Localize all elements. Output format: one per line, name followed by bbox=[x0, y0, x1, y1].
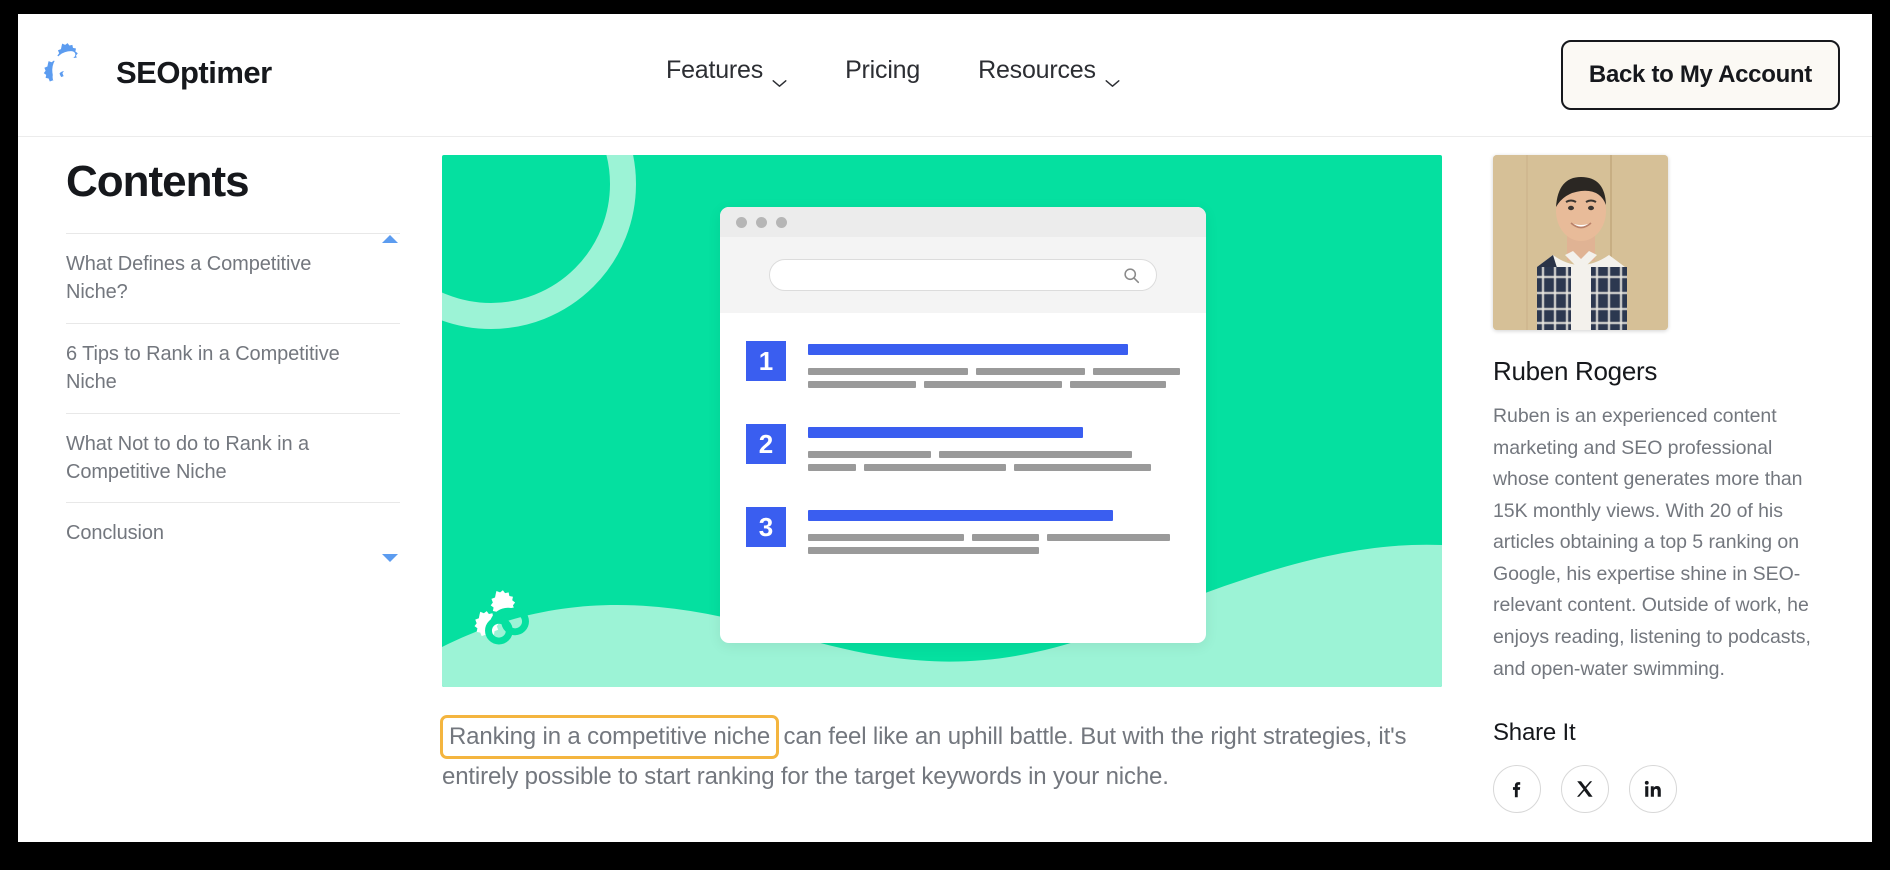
text-bar bbox=[864, 464, 1006, 471]
share-x-button[interactable] bbox=[1561, 765, 1609, 814]
result-text-row bbox=[808, 381, 1180, 394]
site-header: SEOptimer Features Pricing Resources Bac… bbox=[18, 14, 1872, 137]
linkedin-icon bbox=[1642, 778, 1664, 800]
browser-mockup: 1 2 3 bbox=[720, 207, 1206, 643]
toc-item-0[interactable]: What Defines a Competitive Niche? bbox=[66, 233, 400, 323]
contents-list: What Defines a Competitive Niche? 6 Tips… bbox=[66, 233, 400, 564]
search-results-list: 1 2 3 bbox=[720, 313, 1206, 560]
x-twitter-icon bbox=[1574, 778, 1596, 800]
text-bar bbox=[1047, 534, 1170, 541]
toc-item-2[interactable]: What Not to do to Rank in a Competitive … bbox=[66, 412, 400, 503]
hero-ring-decoration bbox=[442, 155, 636, 329]
avatar bbox=[1493, 155, 1668, 330]
nav-item-resources[interactable]: Resources bbox=[978, 56, 1120, 87]
text-bar bbox=[938, 451, 1133, 458]
text-bar bbox=[972, 534, 1040, 541]
window-dot-close-icon bbox=[736, 216, 747, 228]
text-bar bbox=[975, 368, 1085, 375]
nav-label: Resources bbox=[978, 56, 1096, 84]
result-text-row bbox=[808, 368, 1180, 381]
search-input[interactable] bbox=[769, 259, 1157, 291]
result-row: 2 bbox=[746, 424, 1180, 477]
nav-label: Pricing bbox=[845, 56, 921, 84]
result-title-bar bbox=[808, 427, 1084, 438]
author-name: Ruben Rogers bbox=[1493, 356, 1658, 386]
nav-item-pricing[interactable]: Pricing bbox=[845, 56, 920, 85]
share-heading: Share It bbox=[1493, 719, 1576, 747]
window-dot-maximize-icon bbox=[776, 216, 787, 228]
share-buttons bbox=[1493, 765, 1833, 814]
result-text-row bbox=[808, 547, 1180, 560]
search-icon bbox=[1123, 267, 1140, 284]
share-facebook-button[interactable] bbox=[1493, 765, 1541, 814]
window-dot-minimize-icon bbox=[756, 216, 767, 228]
facebook-icon bbox=[1506, 778, 1528, 800]
seoptimer-gears-icon bbox=[470, 589, 544, 663]
article-main: 1 2 3 Ranking in a competitive niche can… bbox=[440, 155, 1442, 798]
browser-search-area bbox=[720, 237, 1206, 313]
table-of-contents: Contents What Defines a Competitive Nich… bbox=[66, 157, 406, 564]
chevron-down-icon bbox=[1105, 66, 1120, 87]
page-body: Contents What Defines a Competitive Nich… bbox=[18, 137, 1872, 841]
highlighted-phrase: Ranking in a competitive niche bbox=[440, 715, 780, 759]
share-linkedin-button[interactable] bbox=[1629, 765, 1677, 814]
browser-viewport: SEOptimer Features Pricing Resources Bac… bbox=[18, 14, 1872, 842]
text-bar bbox=[808, 381, 916, 388]
text-bar bbox=[1092, 368, 1180, 375]
result-text-row bbox=[808, 534, 1180, 547]
nav-item-features[interactable]: Features bbox=[666, 56, 787, 87]
result-rank-badge: 1 bbox=[746, 341, 786, 381]
text-bar bbox=[808, 547, 1039, 554]
result-placeholder-lines bbox=[808, 341, 1180, 394]
text-bar bbox=[808, 451, 931, 458]
nav-label: Features bbox=[666, 56, 764, 84]
contents-heading: Contents bbox=[66, 157, 250, 206]
result-text-row bbox=[808, 451, 1180, 464]
brand-name: SEOptimer bbox=[116, 55, 272, 90]
text-bar bbox=[1069, 381, 1167, 388]
article-hero-image: 1 2 3 bbox=[442, 155, 1442, 687]
article-intro-paragraph: Ranking in a competitive niche can feel … bbox=[440, 715, 1432, 798]
result-text-row bbox=[808, 464, 1180, 477]
chevron-down-icon bbox=[772, 66, 787, 87]
text-bar bbox=[1013, 464, 1152, 471]
triangle-down-icon[interactable] bbox=[382, 553, 398, 562]
brand-logo-link[interactable]: SEOptimer bbox=[40, 42, 272, 104]
author-sidebar: Ruben Rogers Ruben is an experienced con… bbox=[1493, 155, 1833, 814]
toc-item-3[interactable]: Conclusion bbox=[66, 502, 400, 563]
browser-titlebar bbox=[720, 207, 1206, 237]
seoptimer-gears-icon bbox=[40, 42, 102, 104]
result-placeholder-lines bbox=[808, 507, 1180, 560]
author-bio: Ruben is an experienced content marketin… bbox=[1493, 405, 1811, 680]
text-bar bbox=[808, 464, 857, 471]
text-bar bbox=[808, 534, 965, 541]
result-rank-badge: 3 bbox=[746, 507, 786, 547]
result-title-bar bbox=[808, 510, 1114, 521]
main-navigation: Features Pricing Resources bbox=[666, 56, 1120, 87]
back-to-my-account-button[interactable]: Back to My Account bbox=[1560, 40, 1840, 110]
result-title-bar bbox=[808, 344, 1128, 355]
result-rank-badge: 2 bbox=[746, 424, 786, 464]
text-bar bbox=[808, 368, 968, 375]
result-row: 3 bbox=[746, 507, 1180, 560]
result-placeholder-lines bbox=[808, 424, 1180, 477]
result-row: 1 bbox=[746, 341, 1180, 394]
triangle-up-icon[interactable] bbox=[382, 235, 398, 243]
toc-item-1[interactable]: 6 Tips to Rank in a Competitive Niche bbox=[66, 322, 400, 413]
text-bar bbox=[923, 381, 1062, 388]
